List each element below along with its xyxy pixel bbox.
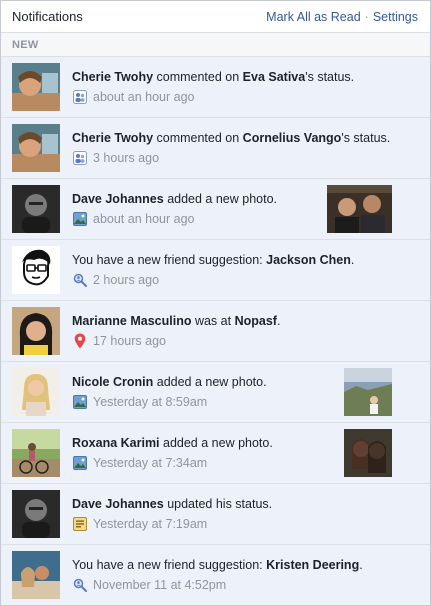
notification-verb: was at bbox=[191, 314, 235, 328]
notification-verb: added a new photo. bbox=[159, 436, 273, 450]
friend-suggestion-icon bbox=[72, 577, 88, 593]
friends-comment-icon bbox=[72, 150, 88, 166]
actor-name[interactable]: Cherie Twohy bbox=[72, 131, 153, 145]
avatar bbox=[12, 551, 60, 599]
friend-suggestion-icon bbox=[72, 272, 88, 288]
notification-verb: commented on bbox=[153, 131, 243, 145]
avatar bbox=[12, 246, 60, 294]
photo-thumbnail[interactable] bbox=[327, 185, 392, 233]
notification-text: Dave Johannes added a new photo. bbox=[72, 191, 350, 207]
photo-thumbnail[interactable] bbox=[344, 429, 392, 477]
notification-text: You have a new friend suggestion: Kriste… bbox=[72, 557, 363, 573]
notification-item[interactable]: Cherie Twohy commented on Eva Sativa's s… bbox=[1, 57, 430, 118]
notification-text: Cherie Twohy commented on Cornelius Vang… bbox=[72, 130, 390, 146]
photo-icon bbox=[72, 394, 88, 410]
header-actions: Mark All as Read · Settings bbox=[266, 10, 418, 24]
target-name[interactable]: Eva Sativa bbox=[243, 70, 306, 84]
notification-item[interactable]: Roxana Karimi added a new photo. Yesterd… bbox=[1, 423, 430, 484]
notification-verb: updated his status. bbox=[163, 497, 273, 511]
notification-text: You have a new friend suggestion: Jackso… bbox=[72, 252, 354, 268]
notification-item[interactable]: Marianne Masculino was at Nopasf. 17 hou… bbox=[1, 301, 430, 362]
actor-name[interactable]: Nicole Cronin bbox=[72, 375, 153, 389]
photo-icon bbox=[72, 211, 88, 227]
timestamp: 2 hours ago bbox=[93, 273, 160, 287]
notification-text: Nicole Cronin added a new photo. bbox=[72, 374, 350, 390]
notification-item[interactable]: Nicole Cronin added a new photo. Yesterd… bbox=[1, 362, 430, 423]
separator: · bbox=[364, 9, 369, 24]
actor-name[interactable]: Cherie Twohy bbox=[72, 70, 153, 84]
notification-verb: added a new photo. bbox=[153, 375, 267, 389]
notification-item[interactable]: Dave Johannes added a new photo. about a… bbox=[1, 179, 430, 240]
page-title: Notifications bbox=[12, 9, 83, 24]
target-name[interactable]: Kristen Deering bbox=[266, 558, 359, 572]
notifications-header: Notifications Mark All as Read · Setting… bbox=[1, 1, 430, 33]
notification-suffix: . bbox=[276, 314, 281, 328]
actor-name[interactable]: Dave Johannes bbox=[72, 192, 164, 206]
notification-text: Roxana Karimi added a new photo. bbox=[72, 435, 350, 451]
photo-thumbnail[interactable] bbox=[344, 368, 392, 416]
avatar bbox=[12, 368, 60, 416]
notification-verb: commented on bbox=[153, 70, 243, 84]
timestamp: about an hour ago bbox=[93, 212, 195, 226]
notification-suffix: 's status. bbox=[305, 70, 355, 84]
timestamp: Yesterday at 8:59am bbox=[93, 395, 208, 409]
notification-item[interactable]: Cherie Twohy commented on Cornelius Vang… bbox=[1, 118, 430, 179]
actor-name[interactable]: Roxana Karimi bbox=[72, 436, 160, 450]
mark-all-read-link[interactable]: Mark All as Read bbox=[266, 10, 360, 24]
timestamp: 17 hours ago bbox=[93, 334, 166, 348]
target-name[interactable]: Cornelius Vango bbox=[243, 131, 342, 145]
notification-suffix: 's status. bbox=[341, 131, 391, 145]
avatar bbox=[12, 185, 60, 233]
section-label-new: NEW bbox=[1, 33, 430, 57]
actor-name[interactable]: Marianne Masculino bbox=[72, 314, 191, 328]
notification-item[interactable]: You have a new friend suggestion: Jackso… bbox=[1, 240, 430, 301]
avatar bbox=[12, 63, 60, 111]
timestamp: November 11 at 4:52pm bbox=[93, 578, 227, 592]
photo-icon bbox=[72, 455, 88, 471]
timestamp: Yesterday at 7:34am bbox=[93, 456, 208, 470]
notification-item[interactable]: You have a new friend suggestion: Kriste… bbox=[1, 545, 430, 605]
timestamp: about an hour ago bbox=[93, 90, 195, 104]
notification-text: Cherie Twohy commented on Eva Sativa's s… bbox=[72, 69, 354, 85]
location-pin-icon bbox=[72, 333, 88, 349]
notification-text: Dave Johannes updated his status. bbox=[72, 496, 350, 512]
target-name[interactable]: Nopasf bbox=[235, 314, 277, 328]
avatar bbox=[12, 490, 60, 538]
notification-suffix: . bbox=[359, 558, 363, 572]
notification-verb: added a new photo. bbox=[163, 192, 278, 206]
notification-suffix: . bbox=[350, 253, 355, 267]
timestamp: 3 hours ago bbox=[93, 151, 160, 165]
status-icon bbox=[72, 516, 88, 532]
notification-verb: You have a new friend suggestion: bbox=[72, 253, 267, 267]
avatar bbox=[12, 429, 60, 477]
avatar bbox=[12, 124, 60, 172]
actor-name[interactable]: Dave Johannes bbox=[72, 497, 164, 511]
friends-comment-icon bbox=[72, 89, 88, 105]
avatar bbox=[12, 307, 60, 355]
notification-item[interactable]: Dave Johannes updated his status. Yester… bbox=[1, 484, 430, 545]
notification-text: Marianne Masculino was at Nopasf. bbox=[72, 313, 350, 329]
target-name[interactable]: Jackson Chen bbox=[266, 253, 351, 267]
notification-verb: You have a new friend suggestion: bbox=[72, 558, 267, 572]
timestamp: Yesterday at 7:19am bbox=[93, 517, 208, 531]
settings-link[interactable]: Settings bbox=[373, 10, 418, 24]
notifications-panel: Notifications Mark All as Read · Setting… bbox=[0, 0, 431, 606]
